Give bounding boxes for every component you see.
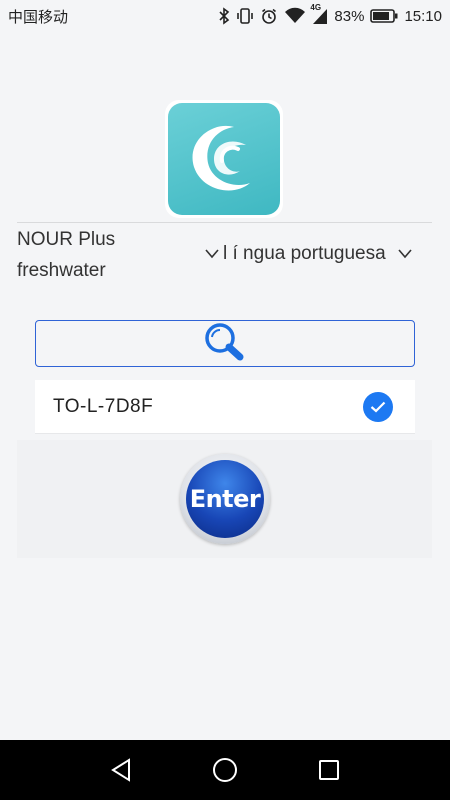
device-list-item[interactable]: TO-L-7D8F bbox=[35, 380, 415, 434]
status-icons: 4G 83% 15:10 bbox=[218, 3, 442, 25]
main-content: NOUR Plus freshwater l í ngua portuguesa… bbox=[0, 84, 450, 740]
device-id-label: TO-L-7D8F bbox=[53, 395, 154, 417]
wave-logo-icon bbox=[168, 103, 280, 215]
square-recents-icon[interactable] bbox=[316, 757, 342, 783]
wifi-icon bbox=[284, 7, 306, 25]
carrier-name: 中国移动 bbox=[8, 8, 69, 26]
chevron-down-icon bbox=[398, 243, 412, 265]
search-button[interactable] bbox=[35, 320, 415, 367]
clock-time: 15:10 bbox=[404, 7, 442, 25]
battery-icon bbox=[370, 7, 398, 25]
app-logo bbox=[165, 100, 283, 218]
chevron-down-icon bbox=[205, 243, 219, 265]
circle-home-icon[interactable] bbox=[212, 757, 238, 783]
signal-icon: 4G bbox=[310, 3, 328, 25]
language-label: l í ngua portuguesa bbox=[223, 243, 386, 264]
vibrate-icon bbox=[236, 7, 254, 25]
status-bar: 中国移动 4G 83% 15:10 bbox=[0, 0, 450, 32]
language-selector[interactable]: l í ngua portuguesa bbox=[205, 239, 412, 269]
alarm-icon bbox=[260, 7, 278, 25]
enter-button[interactable]: Enter bbox=[180, 454, 270, 544]
check-icon bbox=[363, 391, 393, 422]
network-type-label: 4G bbox=[310, 3, 322, 12]
header-area bbox=[0, 32, 450, 84]
enter-panel: Enter bbox=[17, 440, 432, 558]
triangle-back-icon[interactable] bbox=[108, 757, 134, 783]
search-icon bbox=[202, 321, 248, 366]
enter-label: Enter bbox=[186, 460, 264, 538]
navigation-bar bbox=[0, 740, 450, 800]
divider bbox=[17, 222, 432, 223]
battery-percent: 83% bbox=[334, 7, 365, 25]
bluetooth-icon bbox=[218, 7, 230, 25]
device-name-label: NOUR Plus freshwater bbox=[17, 229, 116, 281]
